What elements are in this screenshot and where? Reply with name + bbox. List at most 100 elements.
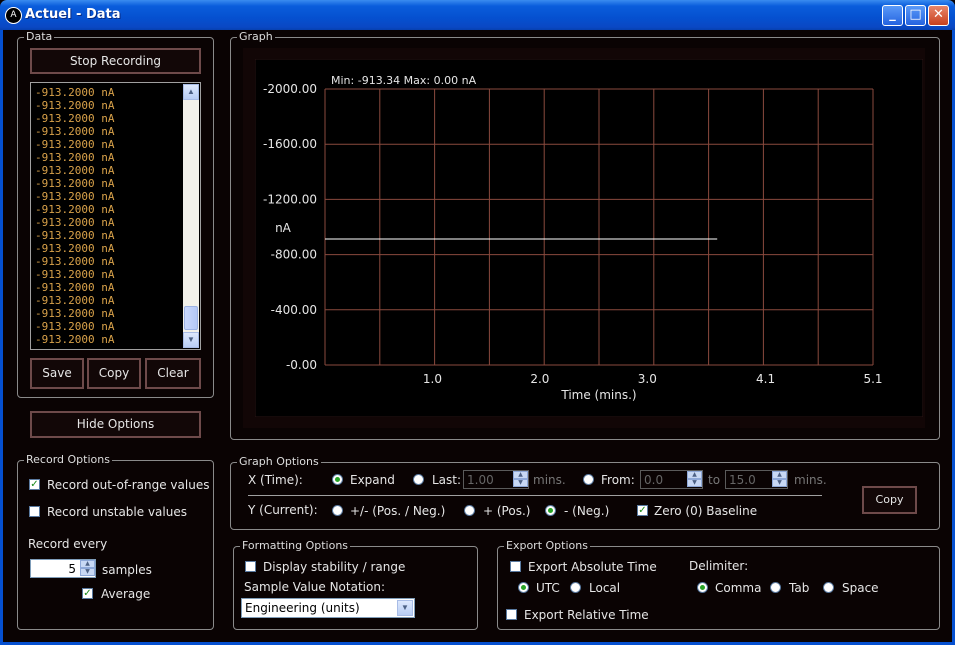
display-stability-checkbox[interactable] [245, 561, 256, 572]
x-tick-label: 5.1 [863, 372, 882, 386]
list-item[interactable]: -913.2000 nA [35, 294, 114, 307]
title-bar[interactable]: A Actuel - Data _ □ ✕ [0, 0, 955, 30]
tab-label: Tab [789, 581, 810, 595]
list-item[interactable]: -913.2000 nA [35, 242, 114, 255]
last-minutes-value[interactable]: 1.00 [467, 473, 494, 487]
stepper-up-icon[interactable]: ▲ [687, 471, 702, 479]
stepper-up-icon[interactable]: ▲ [772, 471, 787, 479]
comma-radio[interactable] [697, 582, 708, 593]
hide-options-button[interactable]: Hide Options [30, 411, 201, 438]
app-window: A Actuel - Data _ □ ✕ Data Stop Recordin… [0, 0, 955, 645]
list-item[interactable]: -913.2000 nA [35, 125, 114, 138]
display-stability-label: Display stability / range [263, 560, 406, 574]
y-axis-label: nA [275, 221, 292, 235]
space-radio[interactable] [823, 582, 834, 593]
list-item[interactable]: -913.2000 nA [35, 151, 114, 164]
to-label: to [708, 473, 721, 487]
list-item[interactable]: -913.2000 nA [35, 177, 114, 190]
tab-radio[interactable] [770, 582, 781, 593]
export-relative-checkbox[interactable] [506, 609, 517, 620]
average-label: Average [101, 587, 151, 601]
y-neg-radio[interactable] [545, 505, 556, 516]
from-value[interactable]: 0.0 [644, 473, 663, 487]
list-item[interactable]: -913.2000 nA [35, 138, 114, 151]
list-item[interactable]: -913.2000 nA [35, 281, 114, 294]
notation-label: Sample Value Notation: [244, 580, 385, 594]
list-item[interactable]: -913.2000 nA [35, 112, 114, 125]
stop-recording-button[interactable]: Stop Recording [30, 48, 201, 74]
chart-background [255, 59, 923, 417]
scroll-up-button[interactable]: ▲ [183, 84, 199, 100]
readings-scrollbar[interactable]: ▲ ▼ [183, 84, 199, 348]
minimize-button[interactable]: _ [882, 5, 903, 26]
checkmark-icon: ✓ [638, 505, 647, 516]
stepper-down-icon[interactable]: ▼ [80, 568, 95, 576]
x-axis-label: Time (mins.) [560, 388, 636, 402]
copy-data-button[interactable]: Copy [87, 358, 141, 389]
record-every-stepper[interactable]: 5 ▲ ▼ [30, 559, 96, 578]
list-item[interactable]: -913.2000 nA [35, 86, 114, 99]
y-posneg-radio[interactable] [332, 505, 343, 516]
scroll-down-button[interactable]: ▼ [183, 332, 199, 348]
stepper-up-icon[interactable]: ▲ [80, 560, 95, 568]
stepper-down-icon[interactable]: ▼ [513, 479, 528, 487]
list-item[interactable]: -913.2000 nA [35, 333, 114, 346]
list-item[interactable]: -913.2000 nA [35, 203, 114, 216]
close-button[interactable]: ✕ [928, 5, 949, 26]
x-last-radio[interactable] [413, 474, 424, 485]
record-out-of-range-checkbox[interactable]: ✓ [29, 479, 40, 490]
list-item[interactable]: -913.2000 nA [35, 99, 114, 112]
x-time-label: X (Time): [248, 473, 303, 487]
stepper-down-icon[interactable]: ▼ [687, 479, 702, 487]
record-every-label: Record every [28, 537, 108, 551]
notation-select[interactable]: Engineering (units) ▼ [241, 598, 415, 618]
x-expand-radio[interactable] [332, 474, 343, 485]
options-divider [248, 495, 822, 496]
last-mins-label: mins. [533, 473, 566, 487]
list-item[interactable]: -913.2000 nA [35, 307, 114, 320]
y-tick-label: -800.00 [271, 248, 317, 262]
utc-radio[interactable] [518, 582, 529, 593]
y-tick-label: -400.00 [271, 303, 317, 317]
clear-button[interactable]: Clear [145, 358, 201, 389]
zero-baseline-checkbox[interactable]: ✓ [637, 505, 648, 516]
list-item[interactable]: -913.2000 nA [35, 229, 114, 242]
scroll-thumb[interactable] [184, 306, 198, 330]
formatting-options-label: Formatting Options [240, 539, 351, 553]
local-radio[interactable] [570, 582, 581, 593]
list-item[interactable]: -913.2000 nA [35, 164, 114, 177]
record-out-of-range-label: Record out-of-range values [47, 478, 210, 492]
copy-graph-button[interactable]: Copy [862, 486, 917, 514]
list-item[interactable]: -913.2000 nA [35, 216, 114, 229]
readings-list[interactable]: -913.2000 nA -913.2000 nA -913.2000 nA -913… [30, 82, 201, 350]
list-item[interactable]: -913.2000 nA [35, 190, 114, 203]
minimize-icon: _ [889, 7, 896, 22]
y-pos-radio[interactable] [464, 505, 475, 516]
to-value[interactable]: 15.0 [729, 473, 756, 487]
arrow-down-icon: ▼ [187, 335, 195, 344]
average-checkbox[interactable]: ✓ [82, 588, 93, 599]
record-unstable-checkbox[interactable] [29, 506, 40, 517]
maximize-button[interactable]: □ [905, 5, 926, 26]
x-from-radio[interactable] [583, 474, 594, 485]
y-pos-label: + (Pos.) [483, 504, 531, 518]
graph-stats: Min: -913.34 Max: 0.00 nA [331, 74, 477, 87]
list-item[interactable]: -913.2000 nA [35, 255, 114, 268]
to-stepper[interactable]: 15.0 ▲ ▼ [725, 470, 788, 489]
stepper-up-icon[interactable]: ▲ [513, 471, 528, 479]
x-expand-label: Expand [350, 473, 395, 487]
last-minutes-stepper[interactable]: 1.00 ▲ ▼ [463, 470, 529, 489]
y-tick-label: -1200.00 [263, 192, 317, 206]
export-absolute-checkbox[interactable] [510, 561, 521, 572]
list-item[interactable]: -913.2000 nA [35, 268, 114, 281]
zero-baseline-label: Zero (0) Baseline [654, 504, 758, 518]
chevron-down-icon[interactable]: ▼ [397, 600, 413, 616]
from-stepper[interactable]: 0.0 ▲ ▼ [640, 470, 703, 489]
app-logo-icon[interactable]: A [5, 7, 22, 24]
y-tick-label: -0.00 [286, 358, 317, 372]
list-item[interactable]: -913.2000 nA [35, 320, 114, 333]
record-every-value[interactable]: 5 [68, 562, 76, 576]
stepper-down-icon[interactable]: ▼ [772, 479, 787, 487]
save-button[interactable]: Save [30, 358, 84, 389]
maximize-icon: □ [909, 7, 922, 22]
